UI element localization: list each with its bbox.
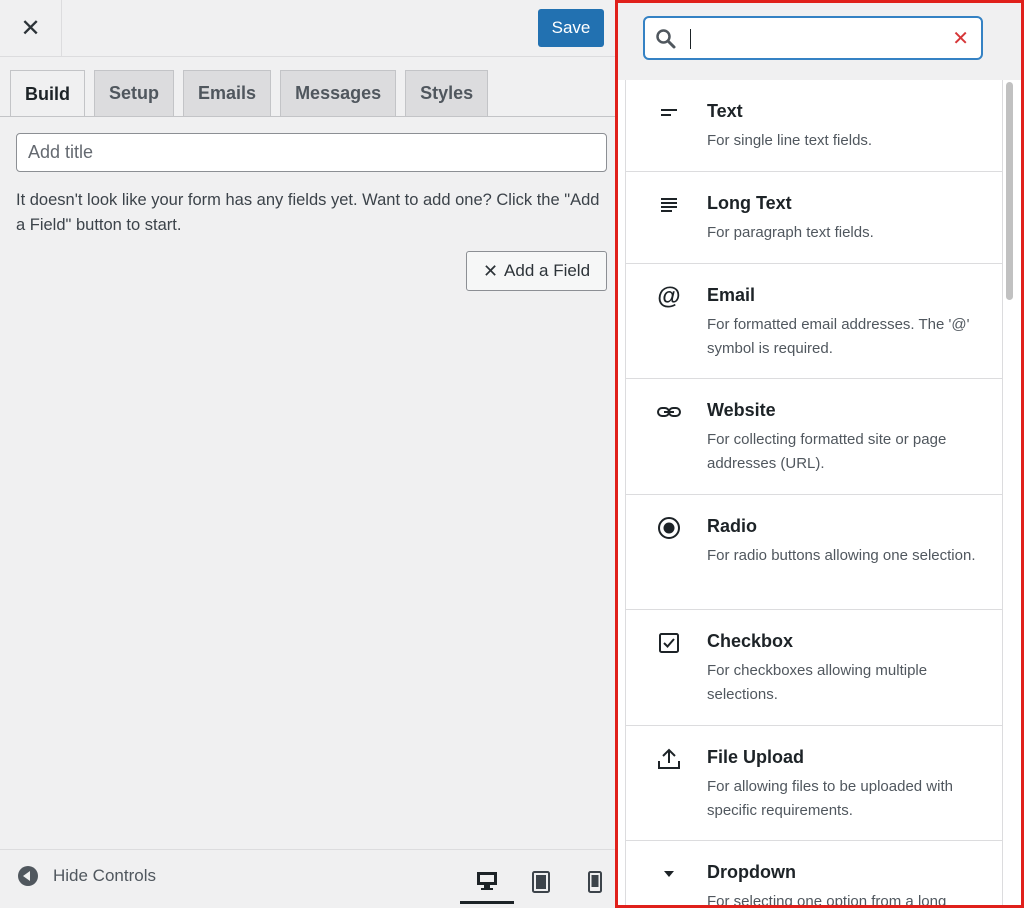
field-search-input[interactable] xyxy=(689,24,939,54)
close-icon: ✕ xyxy=(482,260,499,281)
tab-styles[interactable]: Styles xyxy=(405,70,489,116)
field-type-name: Dropdown xyxy=(707,862,796,882)
bottom-bar: Hide Controls xyxy=(0,849,615,908)
tab-messages[interactable]: Messages xyxy=(280,70,397,116)
caret-down-icon xyxy=(656,861,682,887)
field-search-box[interactable]: ✕ xyxy=(643,16,983,60)
top-bar: ✕ Save xyxy=(0,0,615,57)
field-type-website[interactable]: Website For collecting formatted site or… xyxy=(626,379,1002,495)
scrollbar-thumb[interactable] xyxy=(1006,82,1013,300)
field-type-description: For single line text fields. xyxy=(707,132,873,149)
field-type-file-upload[interactable]: File Upload For allowing files to be upl… xyxy=(626,726,1002,841)
save-button[interactable]: Save xyxy=(538,9,604,47)
search-icon xyxy=(656,29,676,49)
field-picker-panel: ✕ Text For single line text fields. Long… xyxy=(615,0,1024,908)
mobile-preview-button[interactable] xyxy=(568,860,622,904)
form-title-input[interactable] xyxy=(16,133,607,172)
field-type-description: For radio buttons allowing one selection… xyxy=(707,547,976,564)
field-list-scrollbar[interactable] xyxy=(1004,80,1014,300)
field-type-name: Long Text xyxy=(707,193,792,213)
desktop-preview-button[interactable] xyxy=(460,860,514,904)
field-type-long-text[interactable]: Long Text For paragraph text fields. xyxy=(626,172,1002,264)
empty-form-message: It doesn't look like your form has any f… xyxy=(16,191,600,234)
close-button[interactable]: ✕ xyxy=(0,0,62,57)
field-type-email[interactable]: @ Email For formatted email addresses. T… xyxy=(626,264,1002,379)
tab-divider xyxy=(0,116,615,117)
add-field-button[interactable]: ✕ Add a Field xyxy=(466,251,607,291)
mobile-icon xyxy=(588,871,602,893)
tablet-preview-button[interactable] xyxy=(514,860,568,904)
field-type-list: Text For single line text fields. Long T… xyxy=(625,80,1003,908)
short-text-icon xyxy=(656,100,682,126)
desktop-icon xyxy=(477,871,497,890)
add-field-label: Add a Field xyxy=(504,261,591,280)
tab-setup[interactable]: Setup xyxy=(94,70,175,116)
long-text-icon xyxy=(656,192,682,218)
field-type-checkbox[interactable]: Checkbox For checkboxes allowing multipl… xyxy=(626,610,1002,726)
field-type-name: Website xyxy=(707,400,776,420)
checkbox-icon xyxy=(656,630,682,656)
form-builder-panel: ✕ Save Build Setup Emails Messages Style… xyxy=(0,0,615,908)
field-type-name: Radio xyxy=(707,516,758,536)
tab-emails[interactable]: Emails xyxy=(183,70,272,116)
radio-icon xyxy=(656,515,682,541)
field-type-description: For paragraph text fields. xyxy=(707,224,874,241)
field-type-name: Text xyxy=(707,101,743,121)
field-type-description: For collecting formatted site or page ad… xyxy=(707,431,947,472)
field-search-area: ✕ xyxy=(618,3,1021,80)
field-type-description: For selecting one option from a long xyxy=(707,893,947,908)
hide-controls-button[interactable]: Hide Controls xyxy=(18,866,156,886)
link-icon xyxy=(656,399,682,425)
field-type-text[interactable]: Text For single line text fields. xyxy=(626,80,1002,172)
tablet-icon xyxy=(532,871,550,893)
field-type-radio[interactable]: Radio For radio buttons allowing one sel… xyxy=(626,495,1002,610)
field-type-description: For checkboxes allowing multiple selecti… xyxy=(707,662,928,703)
field-type-description: For allowing files to be uploaded with s… xyxy=(707,778,953,819)
tab-bar: Build Setup Emails Messages Styles xyxy=(10,70,497,117)
tab-build[interactable]: Build xyxy=(10,70,85,117)
collapse-arrow-icon xyxy=(18,866,38,886)
field-type-dropdown[interactable]: Dropdown For selecting one option from a… xyxy=(626,841,1002,908)
field-type-name: Email xyxy=(707,285,756,305)
clear-search-icon[interactable]: ✕ xyxy=(952,26,969,51)
hide-controls-label: Hide Controls xyxy=(53,866,156,885)
at-sign-icon: @ xyxy=(657,283,681,310)
field-type-name: Checkbox xyxy=(707,631,794,651)
upload-icon xyxy=(656,746,682,772)
close-icon: ✕ xyxy=(20,15,41,42)
field-type-name: File Upload xyxy=(707,747,805,767)
field-type-description: For formatted email addresses. The '@' s… xyxy=(707,316,970,357)
